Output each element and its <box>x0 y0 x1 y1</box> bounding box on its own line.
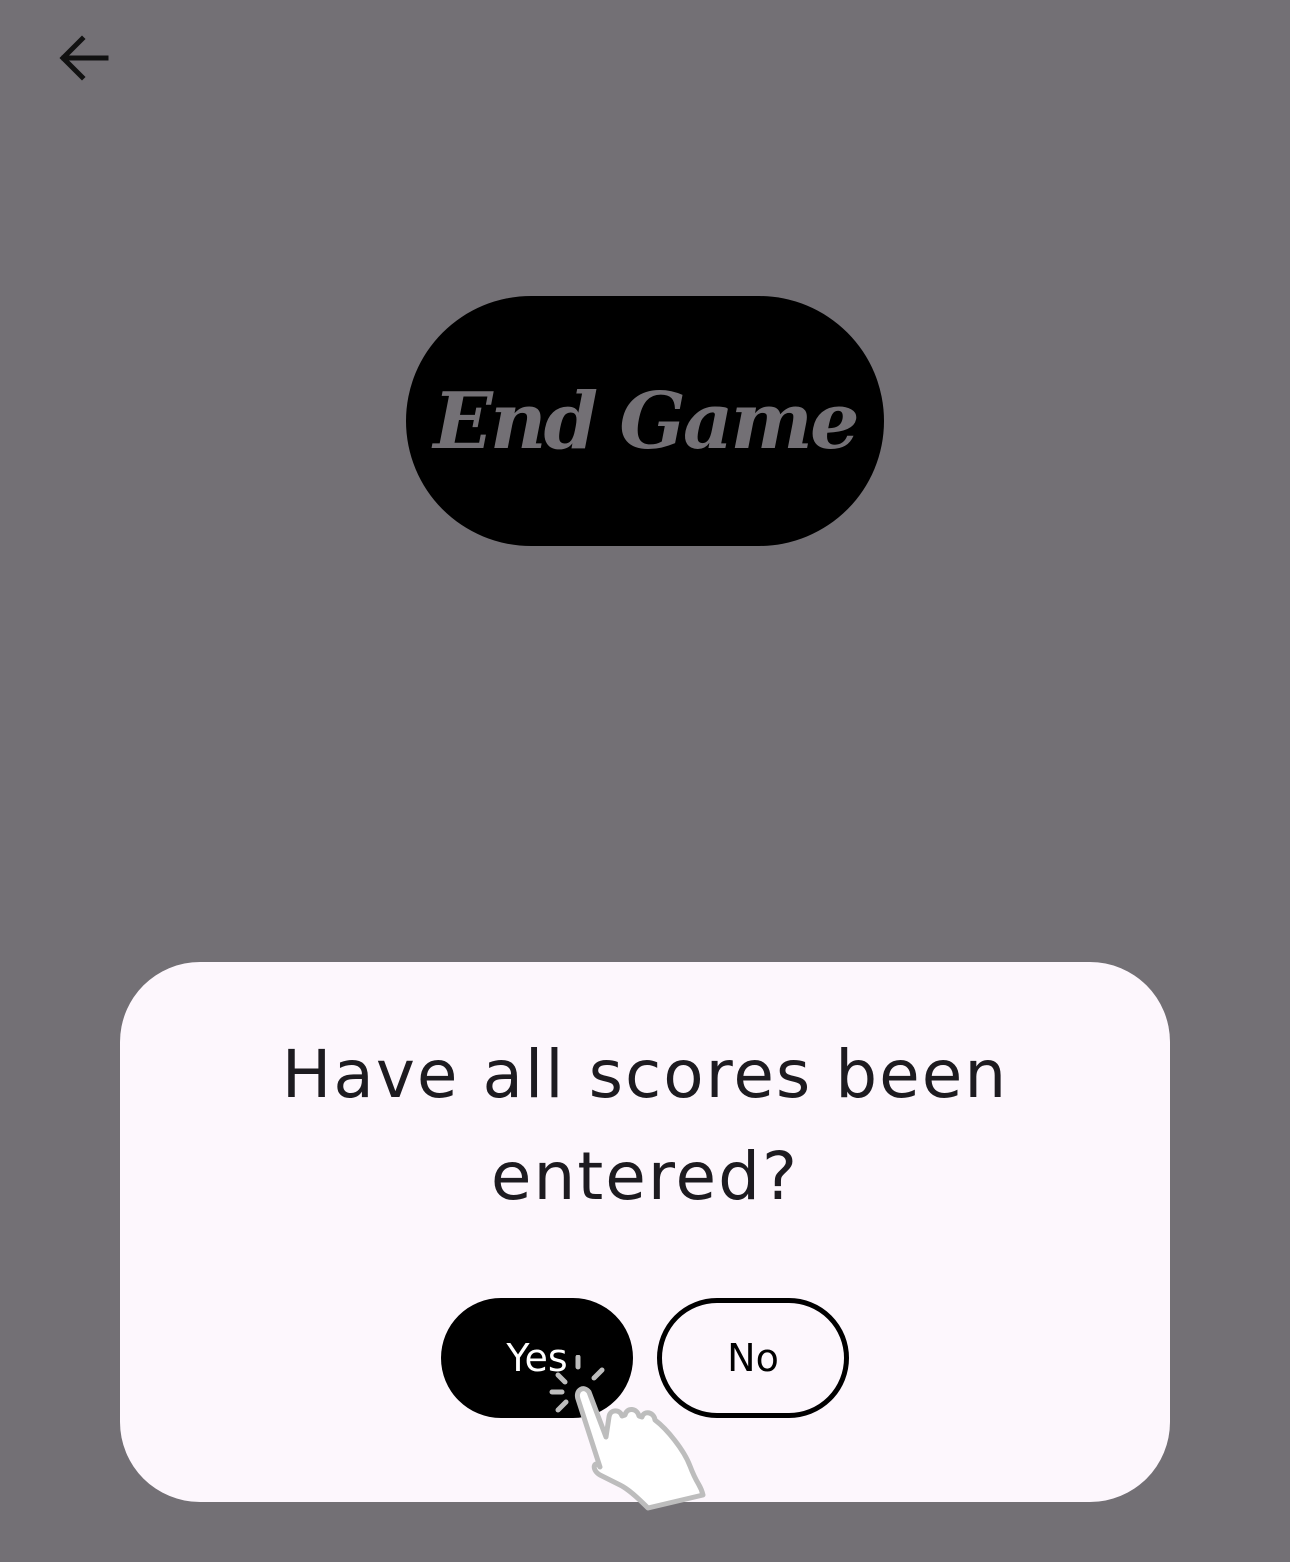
end-game-label: End Game <box>433 375 859 467</box>
confirm-dialog: Have all scores been entered? Yes No <box>120 962 1170 1502</box>
yes-button-label: Yes <box>506 1336 568 1380</box>
no-button-label: No <box>727 1336 779 1380</box>
yes-button[interactable]: Yes <box>441 1298 633 1418</box>
arrow-left-icon <box>59 35 109 81</box>
back-button[interactable] <box>44 18 124 98</box>
end-game-button[interactable]: End Game <box>406 296 884 546</box>
no-button[interactable]: No <box>657 1298 849 1418</box>
dialog-message: Have all scores been entered? <box>281 1036 1009 1215</box>
